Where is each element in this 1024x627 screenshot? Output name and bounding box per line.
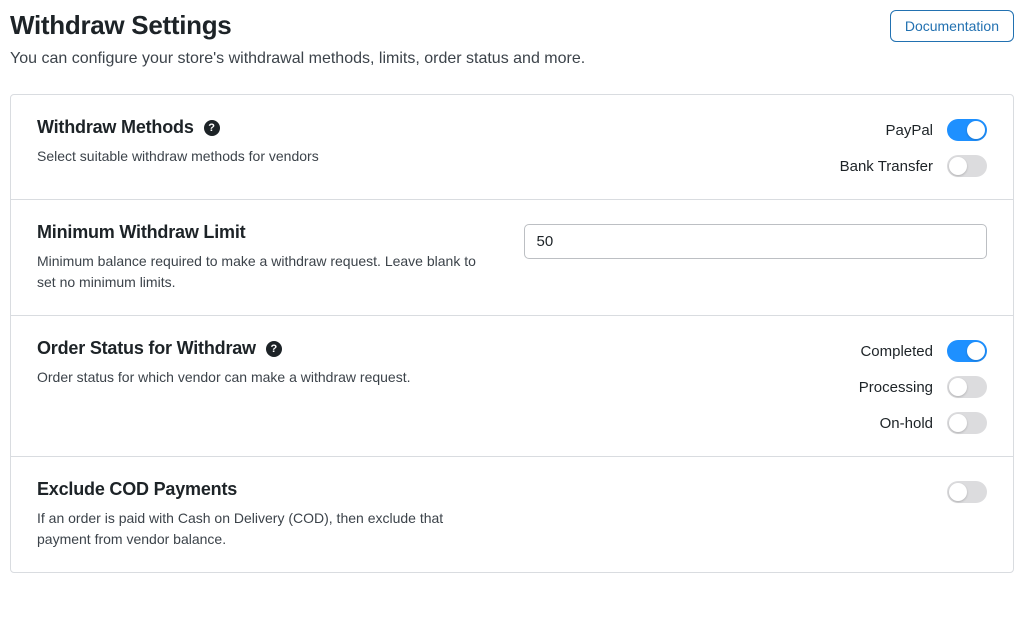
section-desc: Select suitable withdraw methods for ven…	[37, 146, 484, 167]
method-bank-transfer-row: Bank Transfer	[524, 155, 988, 177]
page-title: Withdraw Settings	[10, 10, 231, 41]
section-title: Minimum Withdraw Limit	[37, 222, 245, 243]
withdraw-methods-section: Withdraw Methods ? Select suitable withd…	[11, 95, 1013, 200]
exclude-cod-section: Exclude COD Payments If an order is paid…	[11, 457, 1013, 572]
section-controls: Completed Processing On-hold	[524, 338, 988, 434]
section-title-row: Order Status for Withdraw ?	[37, 338, 484, 359]
section-info: Exclude COD Payments If an order is paid…	[37, 479, 484, 550]
page-subtitle: You can configure your store's withdrawa…	[10, 50, 1014, 68]
minimum-limit-input[interactable]	[524, 224, 988, 259]
bank-transfer-toggle[interactable]	[947, 155, 987, 177]
order-status-section: Order Status for Withdraw ? Order status…	[11, 316, 1013, 457]
documentation-button[interactable]: Documentation	[890, 10, 1014, 42]
toggle-label: On-hold	[880, 415, 933, 432]
section-title-row: Withdraw Methods ?	[37, 117, 484, 138]
processing-toggle[interactable]	[947, 376, 987, 398]
section-title-row: Minimum Withdraw Limit	[37, 222, 484, 243]
toggle-label: PayPal	[885, 122, 933, 139]
section-info: Order Status for Withdraw ? Order status…	[37, 338, 484, 388]
exclude-cod-toggle[interactable]	[947, 481, 987, 503]
section-title-row: Exclude COD Payments	[37, 479, 484, 500]
toggle-label: Completed	[860, 343, 933, 360]
section-controls	[524, 479, 988, 503]
section-controls: PayPal Bank Transfer	[524, 117, 988, 177]
toggle-label: Bank Transfer	[840, 158, 933, 175]
help-icon[interactable]: ?	[266, 341, 282, 357]
section-title: Exclude COD Payments	[37, 479, 237, 500]
section-info: Minimum Withdraw Limit Minimum balance r…	[37, 222, 484, 293]
status-processing-row: Processing	[524, 376, 988, 398]
section-info: Withdraw Methods ? Select suitable withd…	[37, 117, 484, 167]
section-controls	[524, 222, 988, 259]
status-completed-row: Completed	[524, 340, 988, 362]
toggle-label: Processing	[859, 379, 933, 396]
settings-panel: Withdraw Methods ? Select suitable withd…	[10, 94, 1014, 573]
page-header: Withdraw Settings Documentation	[10, 10, 1014, 42]
help-icon[interactable]: ?	[204, 120, 220, 136]
completed-toggle[interactable]	[947, 340, 987, 362]
section-title: Withdraw Methods	[37, 117, 194, 138]
cod-row	[947, 481, 987, 503]
onhold-toggle[interactable]	[947, 412, 987, 434]
section-desc: Minimum balance required to make a withd…	[37, 251, 484, 293]
method-paypal-row: PayPal	[524, 119, 988, 141]
status-onhold-row: On-hold	[524, 412, 988, 434]
paypal-toggle[interactable]	[947, 119, 987, 141]
section-desc: If an order is paid with Cash on Deliver…	[37, 508, 484, 550]
section-title: Order Status for Withdraw	[37, 338, 256, 359]
section-desc: Order status for which vendor can make a…	[37, 367, 484, 388]
minimum-limit-section: Minimum Withdraw Limit Minimum balance r…	[11, 200, 1013, 316]
